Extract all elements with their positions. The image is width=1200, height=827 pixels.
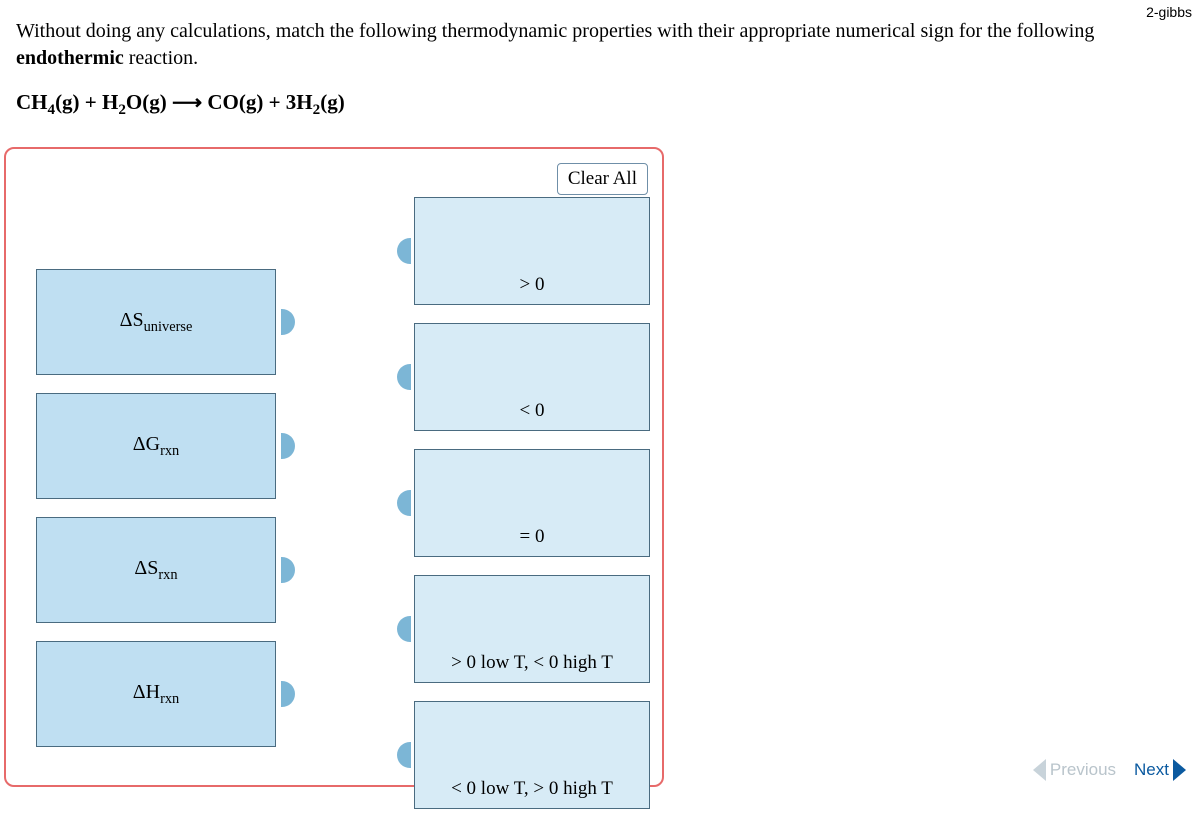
prompt-pre: Without doing any calculations, match th… [16, 20, 1094, 42]
clear-all-button[interactable]: Clear All [557, 163, 648, 195]
target-label: > 0 low T, < 0 high T [415, 652, 649, 674]
nav-controls: Previous Next [1033, 759, 1186, 781]
target-column: > 0 < 0 = 0 > 0 low T, < 0 high T < 0 lo… [396, 197, 651, 827]
page-tag: 2-gibbs [1146, 4, 1192, 20]
target-lt-low-gt-high[interactable]: < 0 low T, > 0 high T [414, 701, 650, 809]
source-label: ΔSuniverse [120, 309, 193, 336]
previous-button[interactable]: Previous [1033, 759, 1116, 781]
drop-handle-icon[interactable] [397, 364, 411, 390]
drag-handle-icon[interactable] [281, 433, 295, 459]
target-label: < 0 [415, 400, 649, 422]
target-lt-zero[interactable]: < 0 [414, 323, 650, 431]
source-label: ΔHrxn [133, 681, 180, 708]
reaction-equation: CH4(g) + H2O(g) ⟶ CO(g) + 3H2(g) [0, 72, 1200, 119]
source-delta-s-rxn[interactable]: ΔSrxn [36, 517, 276, 623]
chevron-left-icon [1033, 759, 1046, 781]
source-delta-h-rxn[interactable]: ΔHrxn [36, 641, 276, 747]
source-label: ΔSrxn [134, 557, 177, 584]
matching-activity: Clear All ΔSuniverse ΔGrxn ΔSrxn ΔHrxn >… [4, 147, 664, 787]
target-gt-zero[interactable]: > 0 [414, 197, 650, 305]
drop-handle-icon[interactable] [397, 238, 411, 264]
drag-handle-icon[interactable] [281, 557, 295, 583]
next-button[interactable]: Next [1134, 759, 1186, 781]
prompt-post: reaction. [124, 47, 198, 69]
source-column: ΔSuniverse ΔGrxn ΔSrxn ΔHrxn [36, 269, 296, 765]
drop-handle-icon[interactable] [397, 742, 411, 768]
target-gt-low-lt-high[interactable]: > 0 low T, < 0 high T [414, 575, 650, 683]
next-label: Next [1134, 760, 1169, 780]
drag-handle-icon[interactable] [281, 309, 295, 335]
target-eq-zero[interactable]: = 0 [414, 449, 650, 557]
previous-label: Previous [1050, 760, 1116, 780]
target-label: > 0 [415, 274, 649, 296]
target-label: = 0 [415, 526, 649, 548]
source-delta-g-rxn[interactable]: ΔGrxn [36, 393, 276, 499]
target-label: < 0 low T, > 0 high T [415, 778, 649, 800]
drop-handle-icon[interactable] [397, 616, 411, 642]
drag-handle-icon[interactable] [281, 681, 295, 707]
question-prompt: Without doing any calculations, match th… [0, 0, 1200, 72]
drop-handle-icon[interactable] [397, 490, 411, 516]
source-label: ΔGrxn [133, 433, 180, 460]
chevron-right-icon [1173, 759, 1186, 781]
source-delta-s-universe[interactable]: ΔSuniverse [36, 269, 276, 375]
prompt-bold: endothermic [16, 47, 124, 69]
